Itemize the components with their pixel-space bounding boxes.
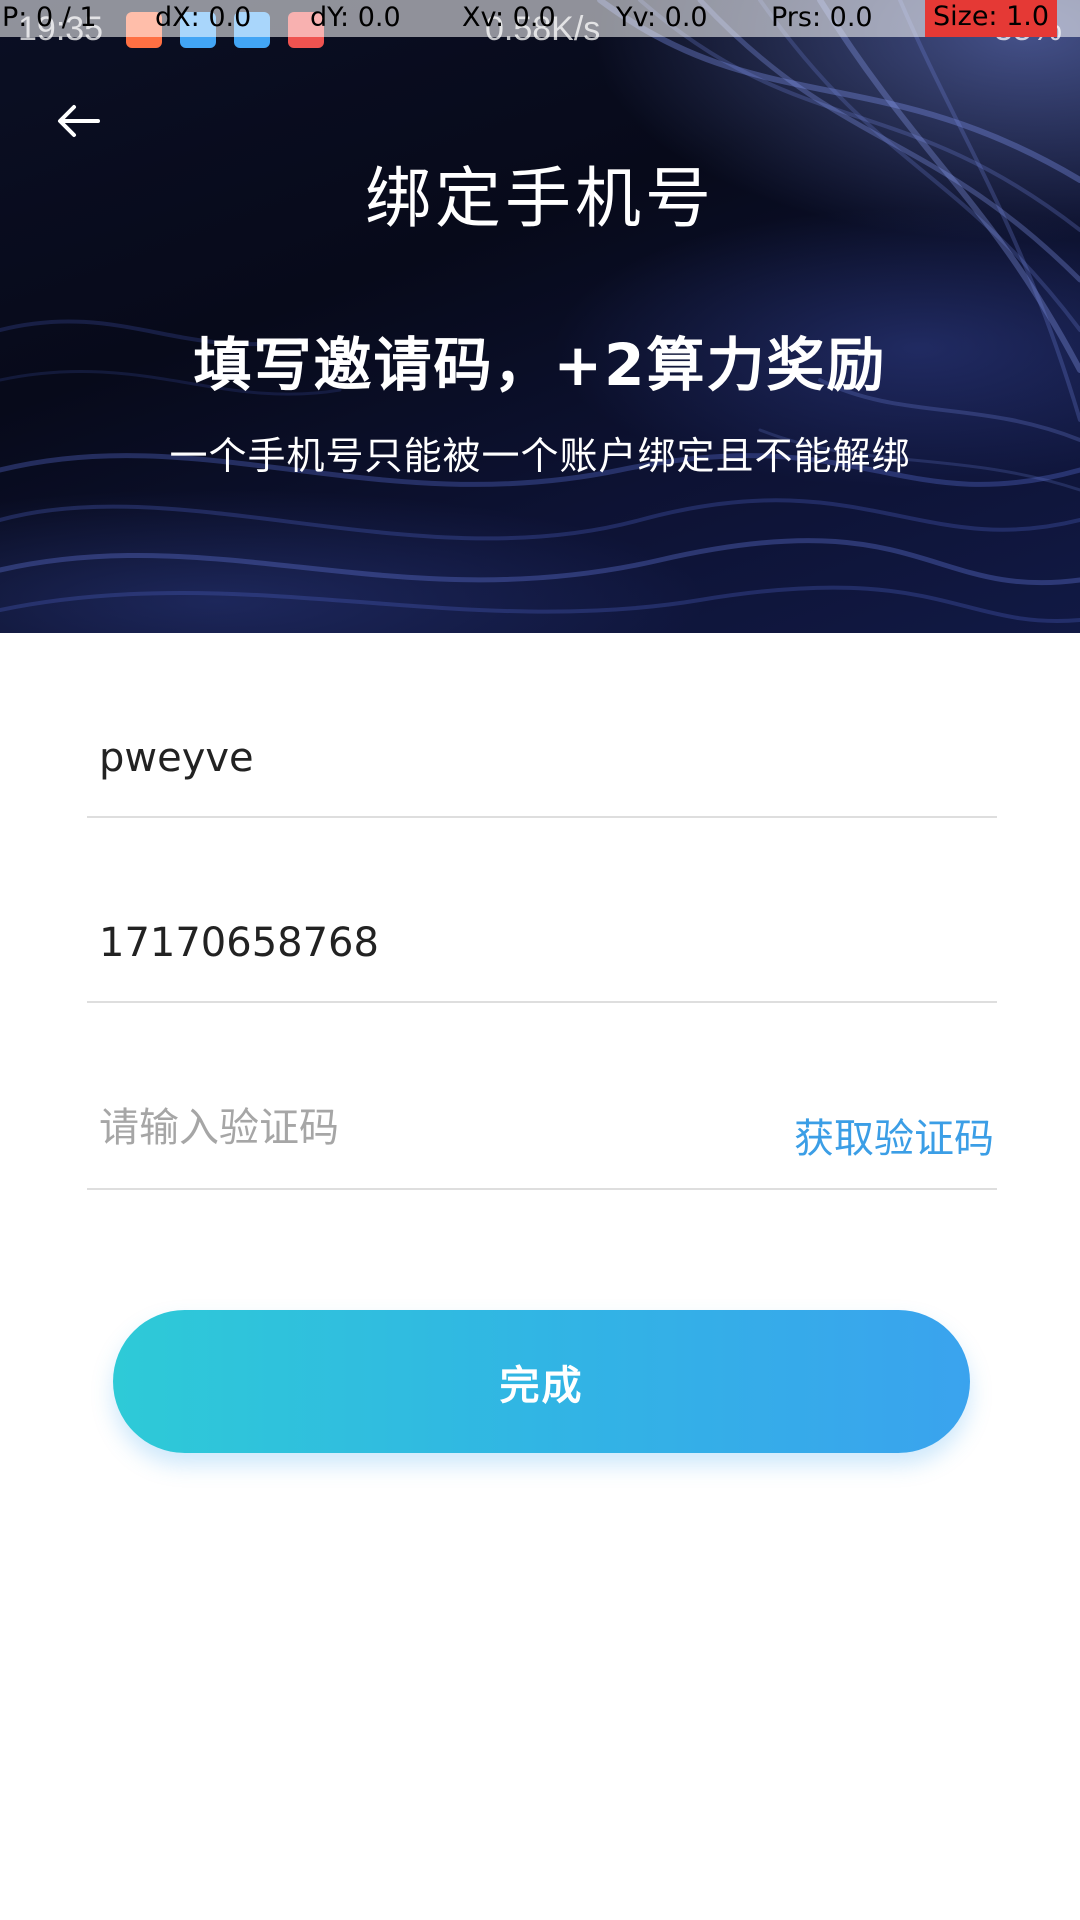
verification-code-input[interactable] [99,1098,699,1158]
binding-notice: 一个手机号只能被一个账户绑定且不能解绑 [169,434,911,478]
back-button[interactable] [48,95,108,147]
debug-pointer: P: 0 / 1 [2,2,97,33]
debug-xv: Xv: 0.0 [462,2,556,33]
arrow-left-icon [58,105,100,137]
get-code-button[interactable]: 获取验证码 [794,1106,994,1162]
phone-input[interactable] [99,913,819,973]
header-banner: 绑定手机号 填写邀请码，+2算力奖励 一个手机号只能被一个账户绑定且不能解绑 [0,0,1080,633]
invite-code-input[interactable] [99,728,819,788]
debug-size: Size: 1.0 [925,0,1058,37]
reward-headline: 填写邀请码，+2算力奖励 [193,331,887,399]
debug-dx: dX: 0.0 [155,2,252,33]
bind-phone-screen: 绑定手机号 填写邀请码，+2算力奖励 一个手机号只能被一个账户绑定且不能解绑 1… [0,0,1080,1920]
verification-code-field: 获取验证码 [87,1098,997,1190]
complete-button[interactable]: 完成 [113,1310,970,1453]
debug-yv: Yv: 0.0 [616,2,708,33]
debug-dy: dY: 0.0 [310,2,401,33]
invite-code-field [87,728,997,818]
page-title: 绑定手机号 [365,160,715,237]
pointer-location-overlay: P: 0 / 1 dX: 0.0 dY: 0.0 Xv: 0.0 Yv: 0.0… [0,0,1080,37]
debug-prs: Prs: 0.0 [771,2,873,33]
wave-background [0,0,1080,623]
phone-field [87,913,997,1003]
